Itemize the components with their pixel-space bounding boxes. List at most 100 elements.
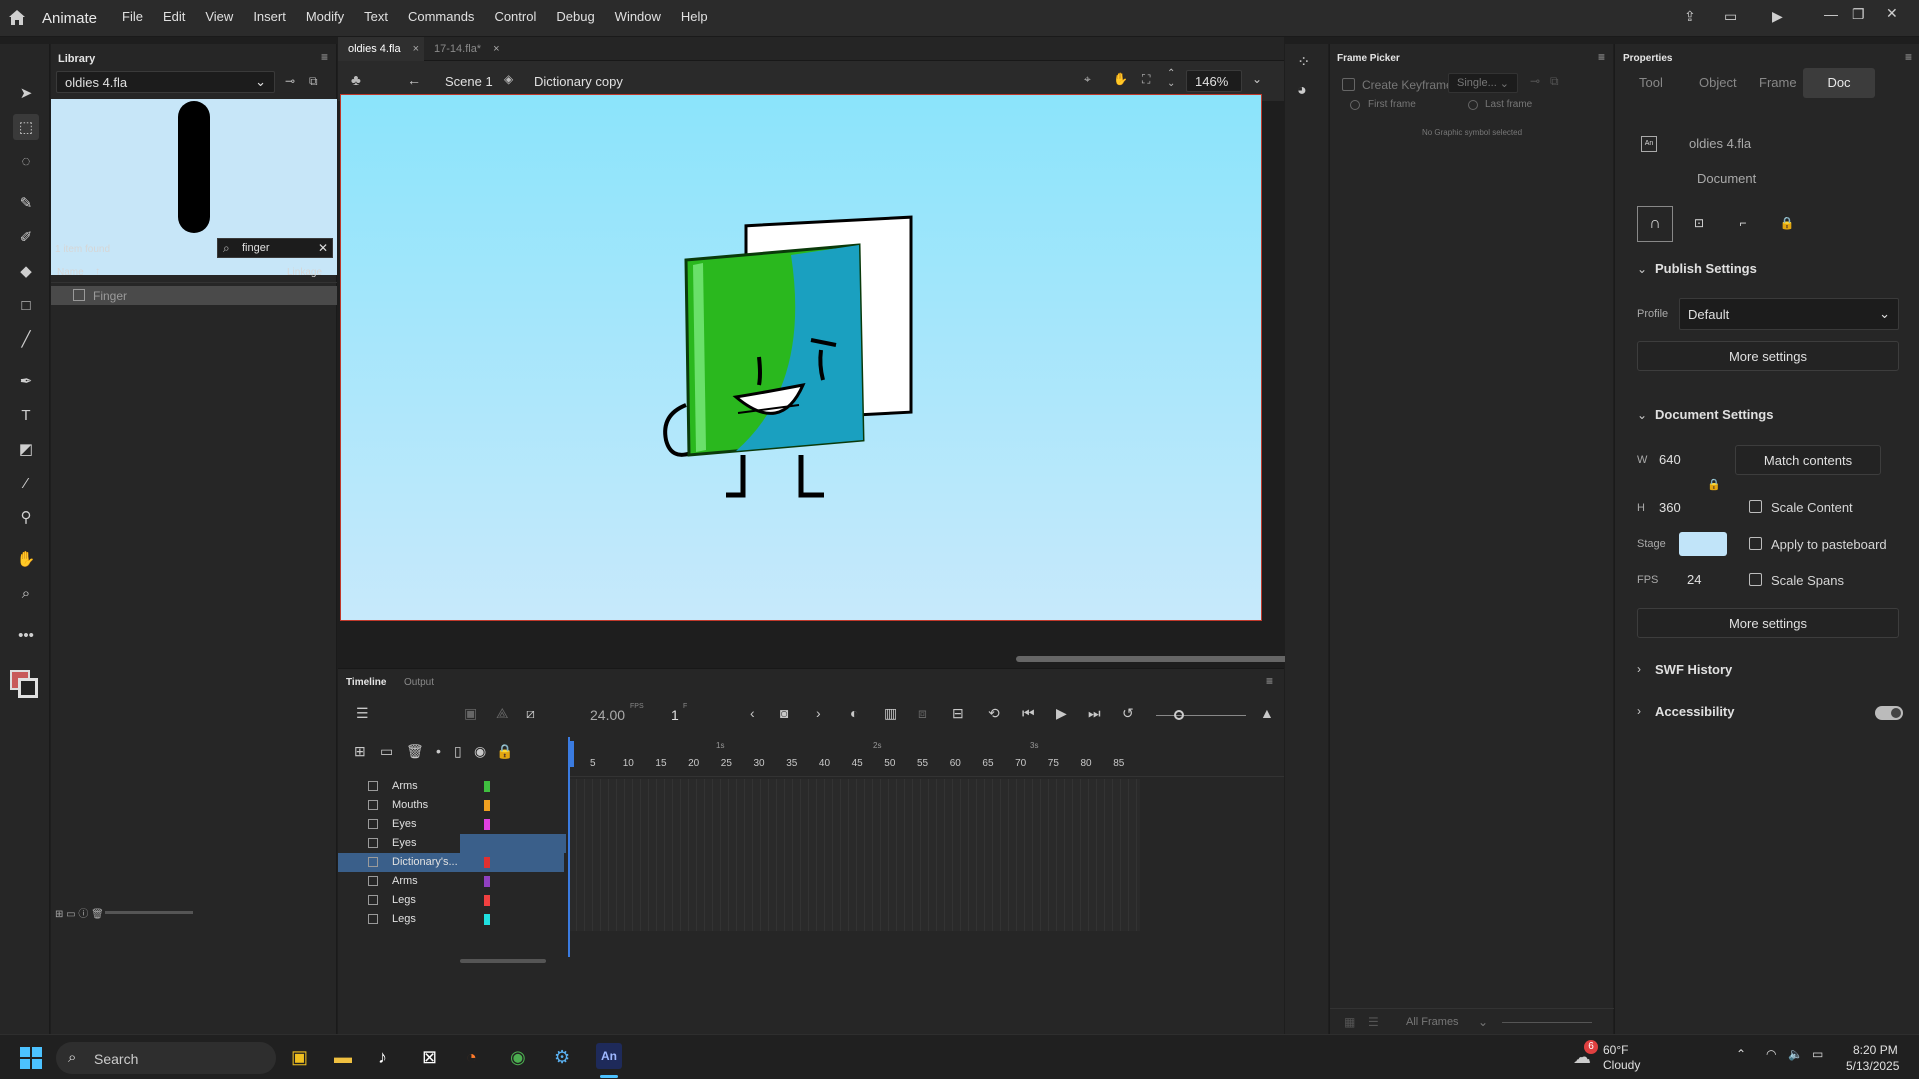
name-column-header[interactable]: Name — [57, 267, 84, 278]
horizontal-scrollbar[interactable] — [1016, 656, 1306, 662]
steam-icon[interactable]: ⚙ — [554, 1047, 570, 1068]
layers-icon[interactable]: ☰ — [356, 705, 369, 722]
share-icon[interactable]: ⇪ — [1684, 8, 1696, 25]
create-keyframe-checkbox[interactable] — [1342, 78, 1355, 91]
edit-symbols-icon[interactable]: ♣ — [351, 72, 361, 89]
animate-taskbar-icon[interactable]: An — [596, 1043, 622, 1069]
highlight-icon[interactable]: • — [436, 743, 441, 759]
eraser-tool-icon[interactable]: ◆ — [13, 258, 39, 284]
publish-settings-header[interactable]: Publish Settings — [1655, 261, 1757, 276]
wifi-icon[interactable]: ◠ — [1766, 1047, 1776, 1061]
visibility-icon[interactable]: ◉ — [474, 743, 486, 760]
clock-date[interactable]: 5/13/2025 — [1846, 1059, 1899, 1073]
capcut-icon[interactable]: ⊠ — [422, 1047, 437, 1068]
timeline-scrollbar[interactable] — [460, 959, 546, 963]
lock-icon[interactable]: 🔒 — [496, 743, 513, 760]
height-input[interactable]: 360 — [1659, 500, 1681, 515]
tab-object[interactable]: Object — [1699, 75, 1737, 90]
symbol-name[interactable]: Dictionary copy — [534, 74, 623, 89]
new-folder-icon[interactable]: ▭ — [380, 743, 393, 760]
windows-start-icon[interactable] — [20, 1047, 42, 1069]
rectangle-tool-icon[interactable]: □ — [13, 292, 39, 318]
tab-output[interactable]: Output — [404, 677, 434, 688]
play-icon[interactable]: ▶ — [1056, 705, 1067, 722]
pin-icon[interactable]: ⊸ — [1530, 74, 1540, 88]
graph-icon[interactable]: ⧄ — [526, 705, 535, 722]
menu-commands[interactable]: Commands — [408, 9, 474, 24]
scene-name[interactable]: Scene 1 — [445, 74, 493, 89]
menu-insert[interactable]: Insert — [253, 9, 286, 24]
thumb-size-slider[interactable] — [1502, 1022, 1592, 1023]
swf-history-header[interactable]: SWF History — [1655, 662, 1732, 677]
chevron-down-icon[interactable]: ⌄ — [1637, 262, 1647, 276]
tab-frame[interactable]: Frame — [1759, 75, 1797, 90]
layer-color-swatch[interactable] — [484, 800, 490, 811]
clip-icon[interactable]: ✋ — [1113, 72, 1128, 86]
menu-text[interactable]: Text — [364, 9, 388, 24]
pin-icon[interactable]: ⚲ — [13, 504, 39, 530]
pin-library-icon[interactable]: ⊸ — [285, 74, 295, 88]
test-movie-icon[interactable]: ▶ — [1772, 8, 1783, 25]
frame-picker-icon[interactable]: ⁘ — [1297, 52, 1310, 72]
copy-icon[interactable]: ⧉ — [1550, 74, 1559, 89]
grid-view-icon[interactable]: ▦ — [1344, 1015, 1355, 1029]
layer-color-swatch[interactable] — [484, 914, 490, 925]
back-arrow-icon[interactable]: ← — [407, 72, 421, 88]
layer-row[interactable]: Eyes — [338, 815, 564, 834]
pen-tool-icon[interactable]: ✒ — [13, 368, 39, 394]
library-search-input[interactable]: finger — [242, 242, 270, 254]
zoom-input[interactable]: 146% — [1186, 70, 1242, 92]
restore-icon[interactable]: ❐ — [1852, 6, 1865, 23]
close-icon[interactable]: ✕ — [1886, 5, 1898, 22]
playhead-handle[interactable] — [568, 741, 574, 767]
panel-menu-icon[interactable]: ≡ — [321, 50, 328, 64]
book-character[interactable] — [341, 95, 1263, 622]
tab-17-14[interactable]: 17-14.fla* × — [424, 37, 510, 61]
zoom-tool-icon[interactable]: ⌕ — [13, 580, 39, 606]
more-tools-icon[interactable]: ••• — [13, 622, 39, 648]
new-library-icon[interactable]: ⧉ — [309, 74, 318, 89]
more-document-settings-button[interactable]: More settings — [1637, 608, 1899, 638]
ruler-icon[interactable]: ⌐ — [1725, 206, 1761, 242]
scale-content-checkbox[interactable] — [1749, 500, 1762, 513]
link-dimensions-icon[interactable]: 🔒 — [1707, 478, 1721, 491]
match-contents-button[interactable]: Match contents — [1735, 445, 1881, 475]
clock-time[interactable]: 8:20 PM — [1853, 1043, 1898, 1057]
scale-spans-checkbox[interactable] — [1749, 573, 1762, 586]
hand-tool-icon[interactable]: ✋ — [13, 546, 39, 572]
onion-skin-icon[interactable]: ◐ — [850, 705, 858, 721]
all-frames-dropdown[interactable]: All Frames — [1406, 1016, 1459, 1028]
paint-bucket-icon[interactable]: ◩ — [13, 436, 39, 462]
menu-view[interactable]: View — [205, 9, 233, 24]
chrome-icon[interactable]: ◉ — [510, 1047, 526, 1068]
layer-row[interactable]: Legs — [338, 891, 564, 910]
current-frame[interactable]: 1 — [671, 707, 679, 723]
tiktok-icon[interactable]: ♪ — [378, 1047, 387, 1068]
loop-icon[interactable]: ⊟ — [952, 705, 964, 722]
tray-expand-icon[interactable]: ⌃ — [1736, 1047, 1746, 1061]
layer-depth-icon[interactable]: ⟁ — [496, 705, 509, 722]
loop-playback-icon[interactable]: ⟲ — [988, 705, 1000, 722]
menu-edit[interactable]: Edit — [163, 9, 185, 24]
width-input[interactable]: 640 — [1659, 452, 1681, 467]
fit-icon[interactable]: ⛶ — [1142, 72, 1150, 87]
document-settings-header[interactable]: Document Settings — [1655, 407, 1773, 422]
stage[interactable] — [340, 94, 1262, 621]
last-frame-radio[interactable] — [1468, 100, 1478, 110]
taskbar-search[interactable]: ⌕ Search — [56, 1042, 276, 1074]
accessibility-toggle[interactable] — [1875, 706, 1903, 720]
mountain-icon[interactable]: ▲ — [1260, 705, 1274, 721]
tab-tool[interactable]: Tool — [1639, 75, 1663, 90]
menu-control[interactable]: Control — [494, 9, 536, 24]
layer-color-swatch[interactable] — [484, 895, 490, 906]
tab-oldies[interactable]: oldies 4.fla × — [338, 37, 424, 61]
layer-row[interactable]: Dictionary's... — [338, 853, 564, 872]
align-icon[interactable]: ⊡ — [1681, 206, 1717, 242]
paint-brush-tool-icon[interactable]: ✐ — [13, 224, 39, 250]
rotate-icon[interactable]: ⌃ ⌄ — [1167, 69, 1175, 89]
fill-color-swatch[interactable] — [18, 678, 38, 698]
layer-row[interactable]: Arms — [338, 872, 564, 891]
more-settings-button[interactable]: More settings — [1637, 341, 1899, 371]
chevron-right-icon[interactable]: › — [1637, 704, 1641, 718]
panel-menu-icon[interactable]: ≡ — [1598, 50, 1605, 64]
